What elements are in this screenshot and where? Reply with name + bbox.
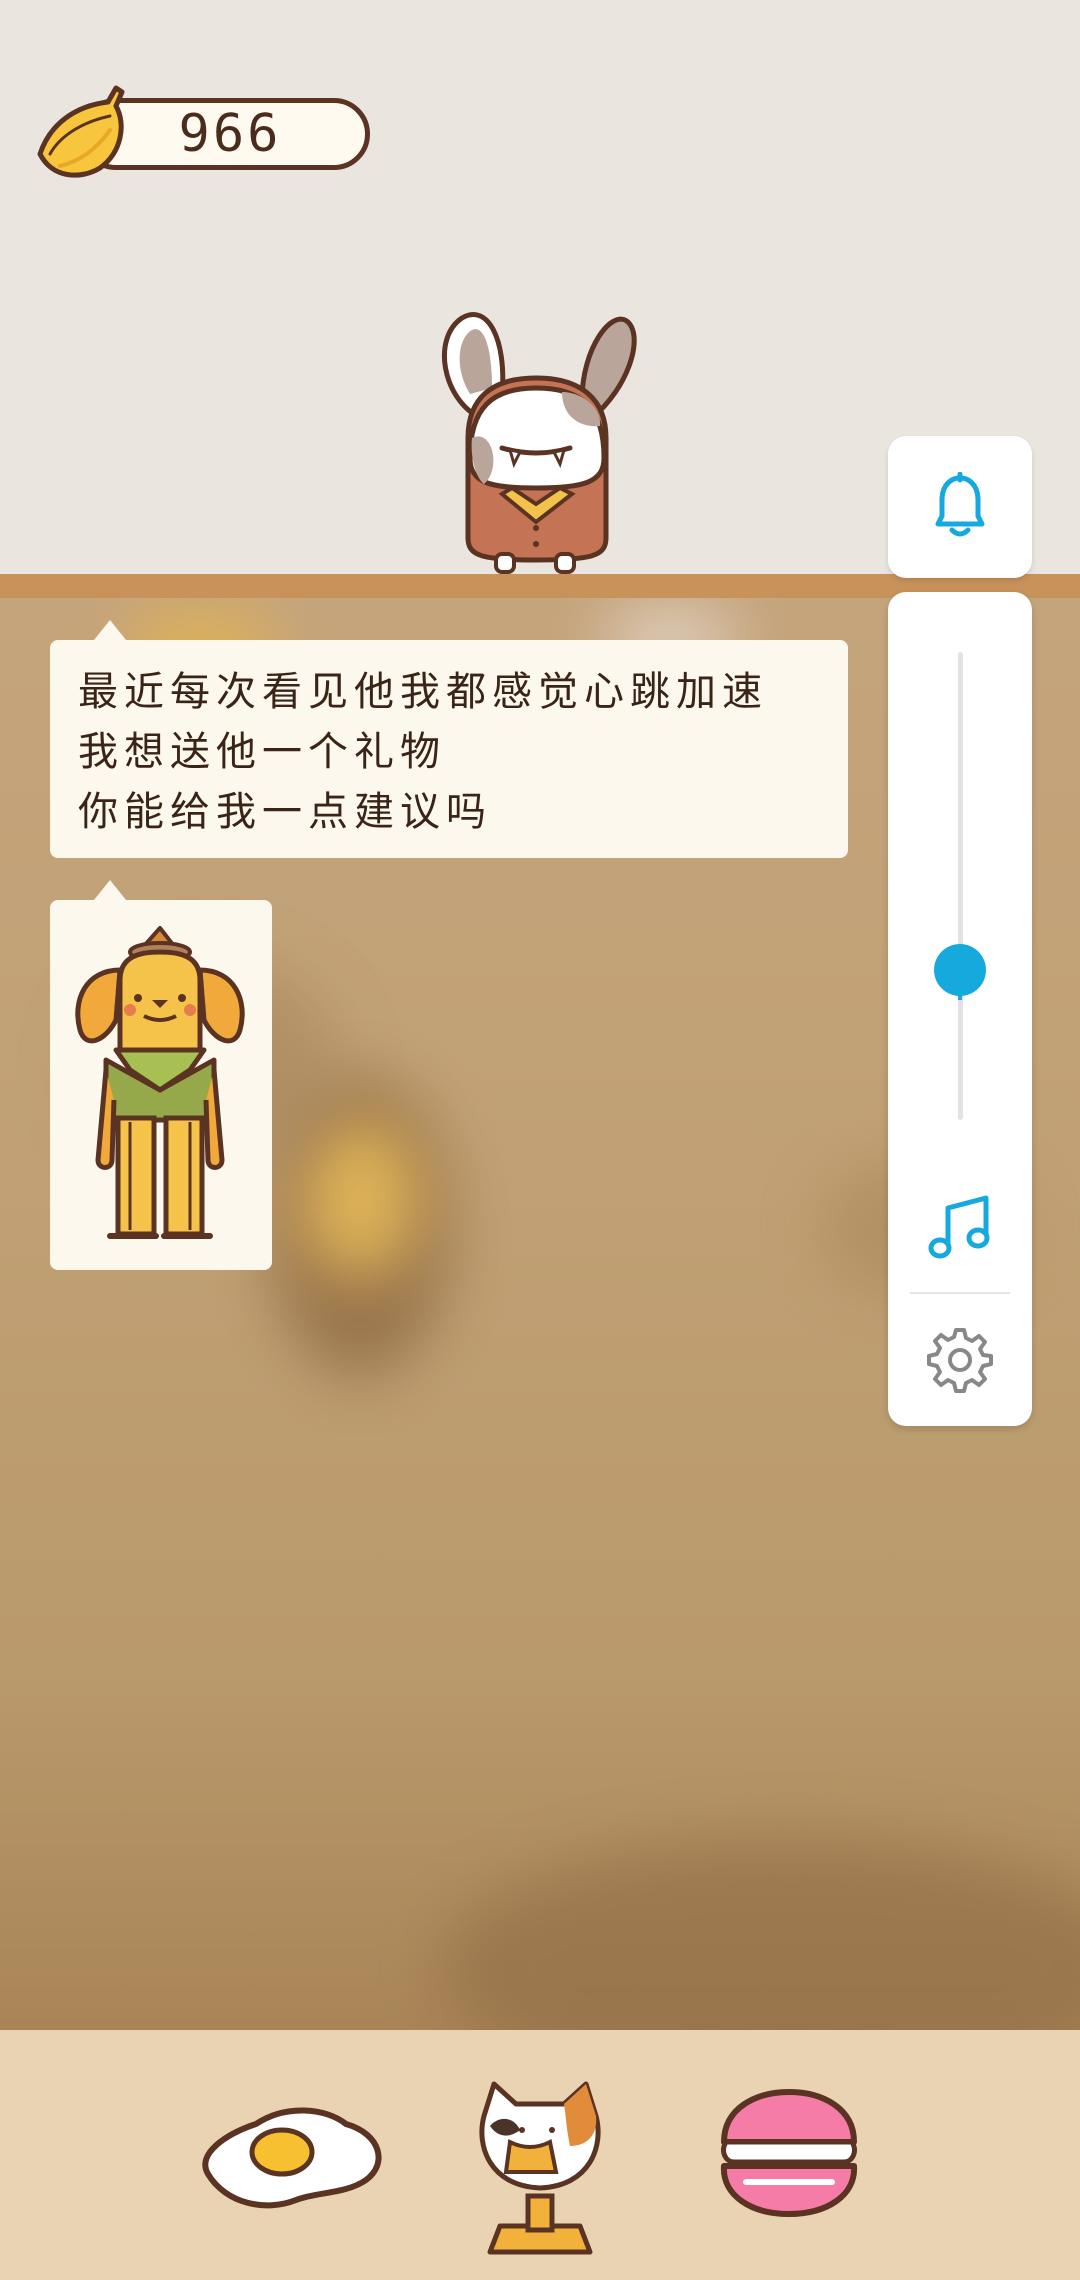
banana-count: 966 [178,104,282,164]
dog-character [75,926,245,1239]
settings-panel [888,592,1032,1426]
dialogue-bubble[interactable]: 最近每次看见他我都感觉心跳加速 我想送他一个礼物 你能给我一点建议吗 [50,620,848,858]
bell-icon [935,472,985,537]
volume-slider-knob[interactable] [934,944,986,1001]
volume-slider-track[interactable] [958,652,963,1120]
gear-icon[interactable] [926,1326,994,1394]
macaron-icon[interactable] [716,2086,862,2222]
speaker-portrait [50,880,272,1270]
banana-counter: 966 [30,85,376,178]
bunny-character [441,312,637,574]
bottom-bar [0,2030,1080,2280]
banana-icon [37,85,125,178]
cat-trophy-icon[interactable] [470,2076,610,2262]
dialogue-line-2: 我想送他一个礼物 [78,729,446,775]
notification-button[interactable] [888,436,1032,578]
music-note-icon[interactable] [924,1192,996,1264]
panel-divider [910,1292,1010,1294]
fried-egg-icon[interactable] [196,2094,386,2214]
dialogue-line-1: 最近每次看见他我都感觉心跳加速 [78,669,768,715]
dialogue-line-3: 你能给我一点建议吗 [78,789,492,835]
